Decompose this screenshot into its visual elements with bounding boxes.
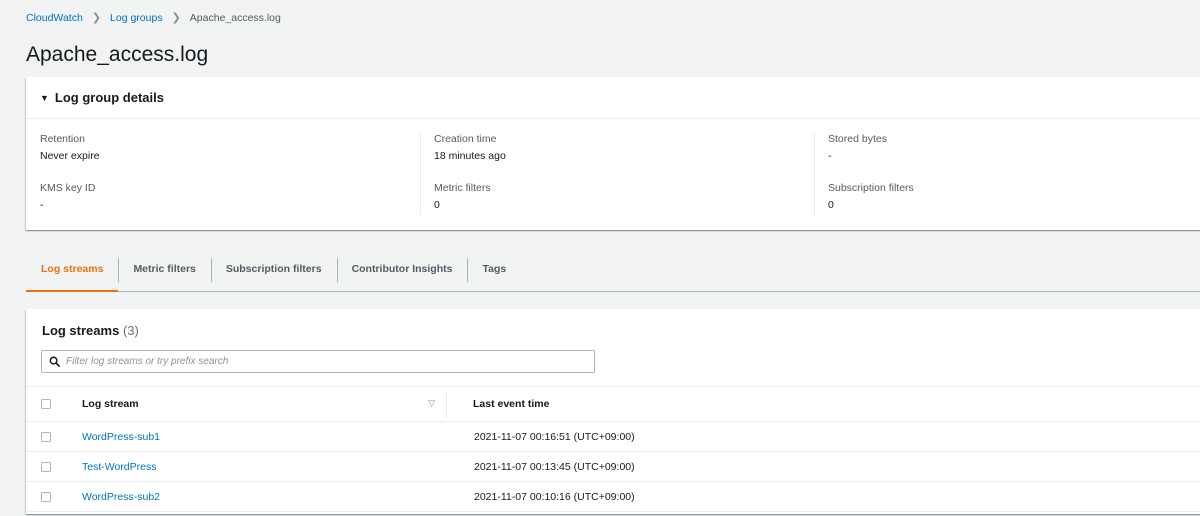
stored-bytes-label: Stored bytes [828,133,887,145]
column-header-log-stream-label: Log stream [82,398,139,410]
tab-metric-filters[interactable]: Metric filters [118,254,210,284]
creation-field: Creation time 18 minutes ago [434,133,814,182]
last-event-time: 2021-11-07 00:16:51 (UTC+09:00) [474,430,635,443]
sort-icon[interactable]: ▽ [428,398,435,410]
column-header-last-event-time[interactable]: Last event time [446,392,549,418]
stored-bytes-value: - [828,150,832,162]
kms-field: KMS key ID - [40,182,420,231]
row-checkbox[interactable] [41,491,51,502]
breadcrumb-cloudwatch[interactable]: CloudWatch [26,12,83,24]
retention-value: Never expire [40,150,100,162]
log-stream-link[interactable]: WordPress-sub2 [82,491,446,503]
stored-bytes-field: Stored bytes - [828,133,1200,182]
last-event-time: 2021-11-07 00:10:16 (UTC+09:00) [474,490,635,503]
table-header: Log stream ▽ Last event time [26,386,1200,422]
details-grid: Retention Never expire KMS key ID - Crea… [26,119,1200,231]
log-streams-heading: Log streams (3) [26,309,1200,345]
metric-filters-label: Metric filters [434,182,491,194]
retention-field: Retention Never expire [40,133,420,182]
kms-label: KMS key ID [40,182,96,194]
log-stream-link[interactable]: Test-WordPress [82,461,446,473]
tab-subscription-filters[interactable]: Subscription filters [210,254,337,284]
breadcrumb-chevron-icon: ❯ [91,12,102,24]
caret-down-icon: ▼ [40,92,49,103]
search-input[interactable] [66,356,566,367]
select-all-checkbox[interactable] [41,399,51,409]
log-stream-link[interactable]: WordPress-sub1 [82,431,446,443]
breadcrumb-chevron-icon: ❯ [171,12,181,24]
details-col-3: Stored bytes - Subscription filters 0 [814,133,1200,231]
log-streams-title: Log streams [42,323,120,338]
details-col-1: Retention Never expire KMS key ID - [26,133,420,231]
log-streams-table: Log stream ▽ Last event time WordPress-s… [26,386,1200,512]
column-header-log-stream[interactable]: Log stream ▽ [82,398,446,410]
details-toggle[interactable]: ▼ Log group details [26,77,1200,119]
creation-value: 18 minutes ago [434,150,506,162]
log-streams-count: (3) [122,323,139,338]
tab-tags[interactable]: Tags [467,254,521,284]
row-checkbox[interactable] [41,461,51,472]
search-box[interactable] [41,350,595,373]
table-row: WordPress-sub1 2021-11-07 00:16:51 (UTC+… [26,422,1200,452]
last-event-time: 2021-11-07 00:13:45 (UTC+09:00) [474,460,635,473]
tab-bar: Log streams Metric filters Subscription … [26,254,1200,292]
breadcrumb: CloudWatch ❯ Log groups ❯ Apache_access.… [26,11,281,25]
tab-log-streams[interactable]: Log streams [26,254,119,292]
table-row: WordPress-sub2 2021-11-07 00:10:16 (UTC+… [26,482,1200,512]
subscription-filters-label: Subscription filters [828,182,914,194]
details-title: Log group details [54,90,164,105]
tab-contributor-insights[interactable]: Contributor Insights [336,254,468,284]
creation-label: Creation time [434,133,497,145]
row-checkbox[interactable] [41,431,51,442]
subscription-filters-value: 0 [828,199,834,211]
metric-filters-value: 0 [434,199,440,211]
log-group-details-panel: ▼ Log group details Retention Never expi… [26,77,1200,230]
page-title: Apache_access.log [26,43,209,66]
subscription-filters-field: Subscription filters 0 [828,182,1200,231]
retention-label: Retention [40,133,85,145]
kms-value: - [40,199,44,211]
table-row: Test-WordPress 2021-11-07 00:13:45 (UTC+… [26,452,1200,482]
metric-filters-field: Metric filters 0 [434,182,814,231]
log-streams-panel: Log streams (3) Log stream ▽ Last event … [26,309,1200,514]
details-col-2: Creation time 18 minutes ago Metric filt… [420,133,814,231]
breadcrumb-current: Apache_access.log [189,11,281,24]
breadcrumb-log-groups[interactable]: Log groups [110,12,163,24]
search-icon [49,356,60,367]
